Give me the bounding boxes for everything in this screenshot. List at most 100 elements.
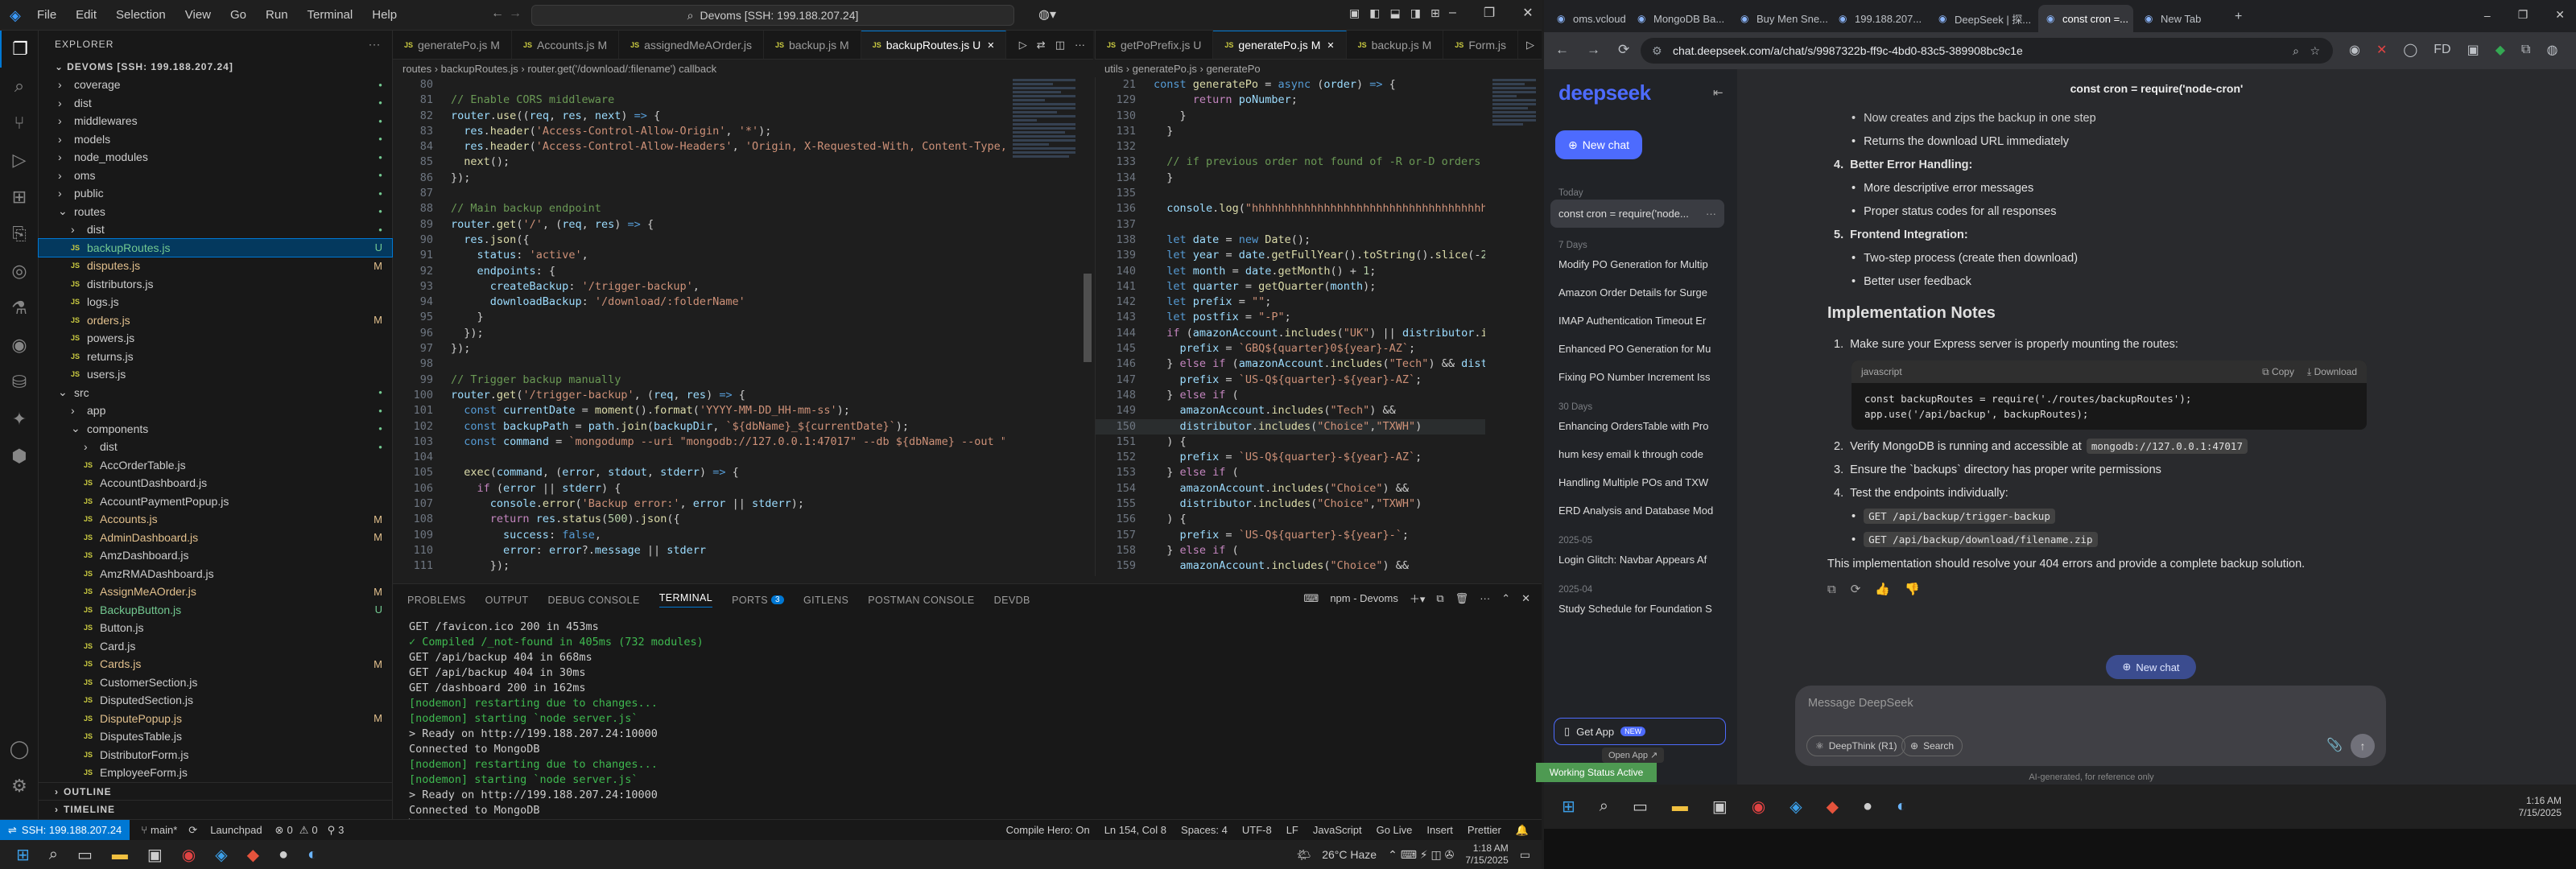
close-tab-icon[interactable]: ✕ (987, 40, 994, 51)
collapse-sidebar-icon[interactable]: ⇤ (1713, 85, 1724, 100)
copilot-chat-icon[interactable]: ✦ (0, 401, 39, 438)
extension4-icon[interactable]: FD (2434, 43, 2450, 57)
history-item[interactable]: Handling Multiple POs and TXW (1544, 468, 1731, 496)
extension6-icon[interactable]: ◆ (2496, 42, 2505, 58)
more-actions-icon[interactable]: ··· (369, 39, 381, 50)
close-icon[interactable]: ✕ (2555, 8, 2565, 22)
panel-tab[interactable]: POSTMAN CONSOLE (868, 595, 974, 606)
task-view-icon[interactable]: ▭ (1633, 797, 1648, 817)
indentation[interactable]: Spaces: 4 (1181, 824, 1228, 836)
editor-tab[interactable]: JS backup.js M (764, 31, 861, 59)
gitlens-icon[interactable]: ◎ (0, 253, 39, 290)
back-icon[interactable]: ← (1555, 42, 1569, 58)
new-terminal-icon[interactable]: ＋▾ (1410, 591, 1426, 606)
folder-item[interactable]: ⌄ src ● (39, 384, 392, 402)
open-app-tooltip[interactable]: Open App ↗ (1602, 748, 1665, 763)
toggle-secondary-icon[interactable]: ◨ (1410, 6, 1421, 20)
ports-count[interactable]: 3 (338, 824, 344, 836)
panel-tab[interactable]: TERMINAL (658, 592, 713, 607)
testing-icon[interactable]: ⚗ (0, 290, 39, 327)
layout-grid-icon[interactable]: ⊞ (1430, 6, 1440, 20)
download-button[interactable]: ⤓ Download (2307, 366, 2357, 378)
folder-item[interactable]: › dist ● (39, 94, 392, 113)
file-item[interactable]: JS AssignMeAOrder.js M (39, 583, 392, 601)
file-item[interactable]: JS CustomerSection.js (39, 673, 392, 692)
extension2-icon[interactable]: ✕ (2376, 42, 2387, 58)
vscode-taskbar-icon[interactable]: ◈ (1790, 797, 1802, 817)
history-item[interactable]: Amazon Order Details for Surge (1544, 278, 1731, 307)
bell-icon[interactable]: 🔔 (1516, 824, 1529, 837)
extension5-icon[interactable]: ▣ (2467, 42, 2479, 58)
editor-tab[interactable]: JS generatePo.js M ✕ (1213, 31, 1347, 59)
editor-tab[interactable]: JS Form.js (1443, 31, 1518, 59)
app2-icon[interactable]: ● (1863, 797, 1872, 816)
minimap-left[interactable] (1008, 77, 1080, 576)
warning-count[interactable]: 0 (312, 824, 317, 836)
app2-icon[interactable]: ● (279, 846, 288, 864)
file-item[interactable]: JS DisputesTable.js (39, 727, 392, 746)
line-ending[interactable]: LF (1286, 824, 1298, 836)
regenerate-icon[interactable]: ⟳ (1851, 582, 1861, 596)
editor-tab[interactable]: JS backup.js M (1347, 31, 1444, 59)
error-count[interactable]: 0 (287, 824, 292, 836)
search-toggle[interactable]: ⊕ Search (1901, 735, 1963, 756)
run-debug-icon[interactable]: ▷ (0, 142, 39, 179)
panel-tab[interactable]: PROBLEMS (407, 595, 466, 606)
account-icon[interactable]: ◯ (0, 731, 39, 768)
more-icon[interactable]: ··· (1706, 208, 1716, 220)
file-item[interactable]: JS powers.js (39, 329, 392, 348)
deepthink-toggle[interactable]: ⚛ DeepThink (R1) (1806, 735, 1906, 756)
windows-start-icon[interactable]: ⊞ (16, 845, 30, 865)
maximize-panel-icon[interactable]: ⌃ (1501, 592, 1510, 605)
thumbs-up-icon[interactable]: 👍 (1875, 582, 1890, 596)
new-chat-button[interactable]: ⊕ New chat (1555, 130, 1642, 159)
restore-icon[interactable]: ❐ (2518, 8, 2529, 22)
history-item[interactable]: const cron = require('node... ··· (1550, 200, 1724, 228)
history-item[interactable]: Enhanced PO Generation for Mu (1544, 335, 1731, 363)
app-icon[interactable]: ◆ (247, 845, 259, 865)
extensions-puzzle-icon[interactable]: ⧉ (2521, 43, 2530, 57)
close-icon[interactable]: ✕ (1522, 5, 1533, 21)
history-item[interactable]: hum kesy email k through code (1544, 440, 1731, 468)
history-item[interactable]: IMAP Authentication Timeout Er (1544, 307, 1731, 335)
split-editor-icon[interactable]: ◫ (1055, 39, 1065, 51)
terminal-name[interactable]: npm - Devoms (1330, 592, 1398, 604)
launchpad-label[interactable]: Launchpad (210, 824, 262, 836)
file-item[interactable]: JS AmzRMADashboard.js (39, 565, 392, 583)
zoom-icon[interactable]: ⌕ (2293, 44, 2299, 58)
panel-tab[interactable]: DEVDB (994, 595, 1030, 606)
browser-tab[interactable]: ◉ Buy Men Sne... (1732, 5, 1827, 32)
extension3-icon[interactable]: ◯ (2403, 42, 2417, 58)
layout-customize-icon[interactable]: ▣ (1349, 6, 1360, 20)
bookmark-star-icon[interactable]: ☆ (2310, 44, 2320, 58)
minimize-icon[interactable]: – (2484, 9, 2491, 22)
file-item[interactable]: JS DisputedSection.js (39, 691, 392, 710)
history-item[interactable]: Enhancing OrdersTable with Pro (1544, 412, 1731, 440)
file-item[interactable]: JS AccOrderTable.js (39, 456, 392, 475)
editor-tab[interactable]: JS backupRoutes.js U ✕ (861, 31, 1007, 59)
send-button[interactable]: ↑ (2351, 734, 2375, 758)
attach-icon[interactable]: 📎 (2326, 737, 2343, 753)
workspace-header[interactable]: ⌄ DEVOMS [SSH: 199.188.207.24] (39, 58, 392, 76)
clock-right[interactable]: 1:16 AM 7/15/2025 (2519, 795, 2576, 819)
branch-name[interactable]: main* (151, 824, 177, 836)
menu-item[interactable]: Go (230, 8, 246, 22)
cursor-position[interactable]: Ln 154, Col 8 (1104, 824, 1166, 836)
file-item[interactable]: JS logs.js (39, 293, 392, 311)
remote-indicator[interactable]: ⇌ SSH: 199.188.207.24 (0, 819, 130, 841)
history-item[interactable]: Study Schedule for Foundation S (1544, 595, 1731, 623)
editor-tab[interactable]: JS generatePo.js M (393, 31, 512, 59)
browser-tab[interactable]: ◉ oms.vcloudh... (1549, 5, 1626, 32)
insert-mode[interactable]: Insert (1426, 824, 1453, 836)
compare-icon[interactable]: ⇄ (1037, 39, 1046, 51)
devdb-icon[interactable]: ⛁ (0, 364, 39, 401)
browser-tab[interactable]: ◉ 199.188.207... (1831, 5, 1927, 32)
file-item[interactable]: JS BackupButton.js U (39, 601, 392, 620)
docker-icon[interactable]: ⬢ (0, 438, 39, 475)
more-icon[interactable]: ··· (1480, 592, 1490, 604)
minimize-icon[interactable]: – (1449, 6, 1456, 20)
breadcrumb-left[interactable]: routes › backupRoutes.js › router.get('/… (393, 60, 1093, 77)
outline-section[interactable]: › OUTLINE (39, 782, 393, 800)
trash-icon[interactable]: 🗑 (1455, 592, 1469, 605)
file-item[interactable]: JS DisputePopup.js M (39, 710, 392, 728)
